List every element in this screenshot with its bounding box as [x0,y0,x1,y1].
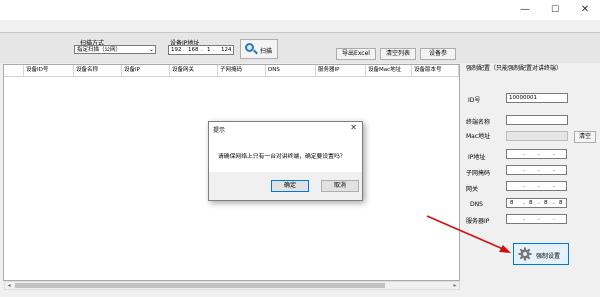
dialog-close-button[interactable]: ✕ [350,123,357,132]
confirm-dialog: 提示 ✕ 请确保网络上只有一台对讲终端，确定要设置吗？ 确定 取消 [208,121,363,201]
dialog-ok-button[interactable]: 确定 [271,180,309,192]
app-window: — ☐ ✕ 扫描方式 指定扫描（公网） ⌄ 设备IP地址 192 . 168 .… [0,0,600,297]
dialog-cancel-button[interactable]: 取消 [321,180,359,192]
dialog-message: 请确保网络上只有一台对讲终端，确定要设置吗？ [218,154,346,160]
dialog-title: 提示 [213,127,226,134]
